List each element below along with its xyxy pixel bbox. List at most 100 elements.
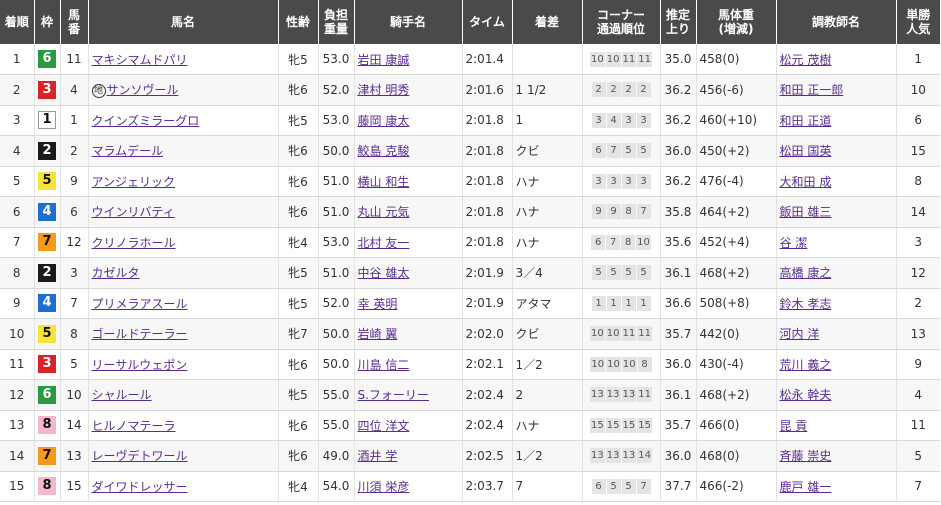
waku-badge: 5 bbox=[38, 324, 56, 343]
jockey-link[interactable]: 北村 友一 bbox=[358, 236, 410, 250]
horse-name-link[interactable]: マラムデール bbox=[92, 144, 164, 158]
trainer-link[interactable]: 松永 幹夫 bbox=[780, 388, 832, 402]
trainer-link[interactable]: 大和田 成 bbox=[780, 175, 832, 189]
corner-position: 10 bbox=[590, 326, 605, 342]
horse-name-cell: マラムデール bbox=[88, 135, 279, 167]
last-3f: 37.7 bbox=[660, 471, 697, 502]
corner-position: 3 bbox=[591, 173, 606, 189]
trainer-cell: 松元 茂樹 bbox=[776, 44, 897, 75]
trainer-link[interactable]: 谷 潔 bbox=[780, 236, 808, 250]
jockey-link[interactable]: 鮫島 克駿 bbox=[358, 144, 410, 158]
corner-position: 7 bbox=[606, 234, 621, 250]
race-time: 2:02.5 bbox=[462, 440, 513, 472]
jockey-link[interactable]: 横山 和生 bbox=[358, 175, 410, 189]
trainer-link[interactable]: 和田 正一郎 bbox=[780, 83, 844, 97]
corner-position: 9 bbox=[606, 204, 621, 220]
horse-name-link[interactable]: サンソヴール bbox=[107, 83, 179, 97]
jockey-link[interactable]: 川島 信二 bbox=[358, 358, 410, 372]
body-weight-cell: 460(+10) bbox=[696, 105, 777, 136]
trainer-link[interactable]: 和田 正道 bbox=[780, 114, 832, 128]
jockey-cell: 藤岡 康太 bbox=[354, 105, 463, 136]
jockey-cell: 中谷 雄太 bbox=[354, 257, 463, 289]
horse-name-cell: カゼルタ bbox=[88, 257, 279, 289]
body-weight: 508 bbox=[699, 296, 723, 311]
corner-positions: 2222 bbox=[591, 82, 651, 98]
body-weight-diff: (+2) bbox=[722, 204, 750, 219]
popularity: 13 bbox=[896, 318, 940, 350]
trainer-link[interactable]: 飯田 雄三 bbox=[780, 205, 832, 219]
margin: ハナ bbox=[512, 410, 583, 441]
horse-name-link[interactable]: アンジェリック bbox=[92, 175, 176, 189]
horse-name-link[interactable]: レーヴデトワール bbox=[92, 449, 188, 463]
horse-name-link[interactable]: シャルール bbox=[92, 388, 152, 402]
rank-cell: 5 bbox=[0, 166, 35, 197]
corner-positions: 13 13 13 14 bbox=[590, 448, 652, 464]
jockey-link[interactable]: S.フォーリー bbox=[358, 388, 429, 402]
trainer-link[interactable]: 松元 茂樹 bbox=[780, 53, 832, 67]
horse-name-cell: 地サンソヴール bbox=[88, 74, 279, 106]
corner-positions: 13 13 13 11 bbox=[590, 387, 652, 403]
horse-name-link[interactable]: ゴールドテーラー bbox=[92, 327, 188, 341]
jockey-link[interactable]: 中谷 雄太 bbox=[358, 266, 410, 280]
body-weight: 468 bbox=[699, 448, 723, 463]
jockey-link[interactable]: 丸山 元気 bbox=[358, 205, 410, 219]
horse-name-cell: マキシマムドパリ bbox=[88, 44, 279, 75]
jockey-link[interactable]: 四位 洋文 bbox=[358, 419, 410, 433]
jockey-link[interactable]: 津村 明秀 bbox=[358, 83, 410, 97]
horse-name-link[interactable]: ダイワドレッサー bbox=[92, 480, 188, 494]
race-time: 2:01.8 bbox=[462, 196, 513, 228]
carried-weight: 50.0 bbox=[318, 135, 355, 167]
body-weight-cell: 476(-4) bbox=[696, 166, 777, 197]
horse-name-link[interactable]: カゼルタ bbox=[92, 266, 140, 280]
corner-position: 7 bbox=[606, 143, 621, 159]
jockey-link[interactable]: 酒井 学 bbox=[358, 449, 398, 463]
horse-name-link[interactable]: クインズミラーグロ bbox=[92, 114, 200, 128]
trainer-link[interactable]: 松田 国英 bbox=[780, 144, 832, 158]
table-row: 10 5 8 ゴールドテーラー 牝7 50.0 岩崎 翼 2:02.0 クビ 10 10 11 11 35… bbox=[0, 318, 940, 350]
last-3f: 36.1 bbox=[660, 379, 697, 411]
trainer-link[interactable]: 鹿戸 雄一 bbox=[780, 480, 832, 494]
trainer-link[interactable]: 斉藤 崇史 bbox=[780, 449, 832, 463]
horse-name-link[interactable]: ヒルノマテーラ bbox=[92, 419, 176, 433]
corner-position: 10 bbox=[590, 356, 606, 372]
margin: 1／2 bbox=[512, 440, 583, 472]
jockey-link[interactable]: 藤岡 康太 bbox=[358, 114, 410, 128]
waku-cell: 3 bbox=[34, 74, 61, 106]
trainer-link[interactable]: 昆 貢 bbox=[780, 419, 808, 433]
horse-name-link[interactable]: プリメラアスール bbox=[92, 297, 188, 311]
horse-number: 4 bbox=[60, 74, 89, 106]
header-waku: 枠 bbox=[34, 0, 61, 44]
carried-weight: 53.0 bbox=[318, 105, 355, 136]
corner-cell: 15 15 15 15 bbox=[582, 410, 661, 441]
margin: ハナ bbox=[512, 227, 583, 258]
table-row: 9 4 7 プリメラアスール 牝5 52.0 幸 英明 2:01.9 アタマ 1 1 1 1 36.6 50… bbox=[0, 288, 940, 319]
corner-position: 14 bbox=[637, 448, 652, 464]
trainer-link[interactable]: 高橋 康之 bbox=[780, 266, 832, 280]
horse-name-link[interactable]: リーサルウェポン bbox=[92, 358, 188, 372]
corner-position: 13 bbox=[621, 448, 637, 464]
corner-positions: 10 10 10 8 bbox=[590, 356, 652, 372]
horse-name-link[interactable]: マキシマムドパリ bbox=[92, 53, 188, 67]
jockey-link[interactable]: 岩崎 翼 bbox=[358, 327, 398, 341]
jockey-cell: 北村 友一 bbox=[354, 227, 463, 258]
corner-cell: 10 10 11 11 bbox=[582, 44, 661, 75]
corner-positions: 6755 bbox=[591, 143, 651, 159]
horse-name-link[interactable]: ウインリバティ bbox=[92, 205, 175, 219]
trainer-cell: 松永 幹夫 bbox=[776, 379, 897, 411]
waku-cell: 2 bbox=[34, 257, 61, 289]
horse-number: 11 bbox=[60, 44, 89, 75]
header-row: 着順 枠 馬 番 馬名 性齢 負担 重量 騎手名 タイム 着差 コーナー 通過順… bbox=[0, 0, 940, 44]
jockey-link[interactable]: 川須 栄彦 bbox=[358, 480, 410, 494]
popularity: 15 bbox=[896, 135, 940, 167]
trainer-link[interactable]: 鈴木 孝志 bbox=[780, 297, 832, 311]
rank-cell: 2 bbox=[0, 74, 35, 106]
jockey-link[interactable]: 幸 英明 bbox=[358, 297, 398, 311]
horse-number: 6 bbox=[60, 196, 89, 228]
horse-name-link[interactable]: クリノラホール bbox=[92, 236, 176, 250]
trainer-link[interactable]: 河内 洋 bbox=[780, 327, 820, 341]
trainer-link[interactable]: 荒川 義之 bbox=[780, 358, 832, 372]
body-weight-diff: (0) bbox=[722, 52, 740, 66]
popularity: 4 bbox=[896, 379, 940, 411]
horse-name-cell: レーヴデトワール bbox=[88, 440, 279, 472]
jockey-link[interactable]: 岩田 康誠 bbox=[358, 53, 410, 67]
